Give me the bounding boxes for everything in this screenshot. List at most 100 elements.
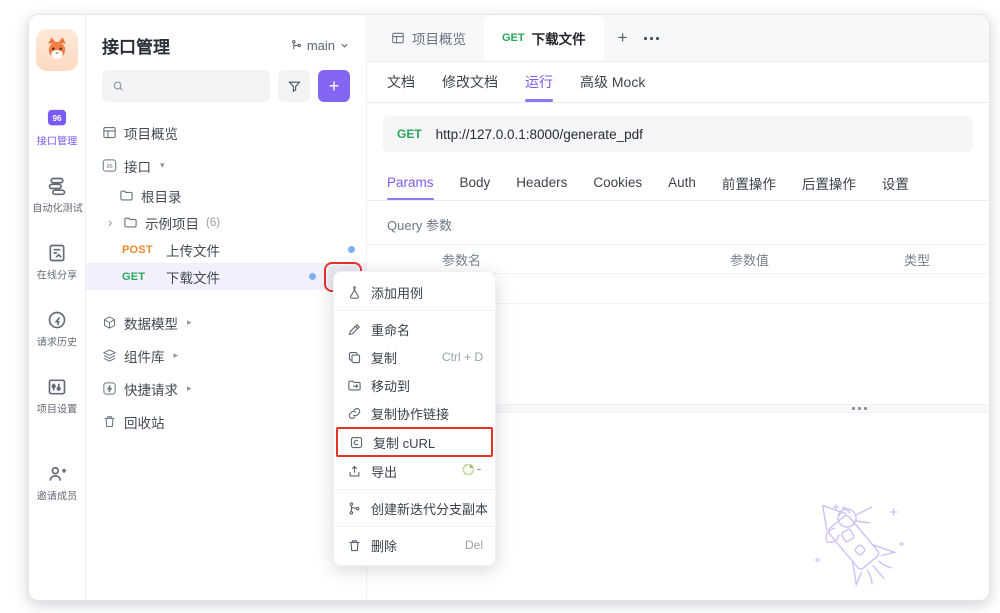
menu-item-add-case[interactable]: 添加用例 [334,278,495,306]
add-button[interactable]: + [318,70,350,102]
overview-grid-icon [102,125,117,140]
unsaved-dot [348,246,355,253]
tree-item-project-overview[interactable]: 项目概览 [86,116,366,149]
branch-selector[interactable]: main [290,38,350,53]
tab-pre-actions[interactable]: 前置操作 [722,165,776,200]
tree-item-example-folder[interactable]: › 示例项目 (6) [86,209,366,236]
tab-run[interactable]: 运行 [525,62,553,102]
menu-label: 移动到 [371,376,483,395]
svg-text:96: 96 [106,164,112,170]
menu-item-copy-curl[interactable]: 复制 cURL [336,427,493,457]
url-method-badge: GET [397,127,422,141]
unsaved-dot [309,273,316,280]
sidebar-item-project-settings[interactable]: 项目设置 [35,377,79,417]
tab-project-overview[interactable]: 项目概览 [373,15,484,61]
request-tab-bar: Params Body Headers Cookies Auth 前置操作 后置… [367,165,989,201]
tree-item-data-model[interactable]: 数据模型 ▸ [86,306,366,339]
tree-item-upload-file[interactable]: POST 上传文件 [86,236,366,263]
copy-link-icon [347,406,362,421]
tab-params[interactable]: Params [387,165,434,200]
rail-label: 项目设置 [37,402,77,417]
tab-headers[interactable]: Headers [516,165,567,200]
branch-icon [290,39,303,52]
tab-bar: 项目概览 GET 下载文件 + [367,15,989,62]
tree-item-quick-request[interactable]: 快捷请求 ▸ [86,372,366,405]
folder-icon [119,188,134,203]
menu-divider [334,310,495,311]
tab-more-button[interactable] [644,37,659,40]
tab-edit-doc[interactable]: 修改文档 [442,62,498,102]
menu-item-rename[interactable]: 重命名 [334,315,495,343]
menu-label: 重命名 [371,320,483,339]
params-table-header: 参数名 参数值 类型 [367,244,989,274]
tree-item-api-section[interactable]: 96 接口 ▾ [86,149,366,182]
tree-label: 接口 [124,156,151,176]
col-param-value: 参数值 [730,250,904,269]
filter-button[interactable] [278,70,310,102]
rail-label: 邀请成员 [37,489,77,504]
branch-name: main [307,38,335,53]
svg-text:96: 96 [52,114,62,123]
tree-item-download-file[interactable]: GET 下载文件 [86,263,366,290]
doc-tab-bar: 文档 修改文档 运行 高级 Mock [367,62,989,103]
duplicate-icon [347,350,362,365]
layers-icon [102,348,117,363]
menu-item-export[interactable]: 导出 [334,457,495,485]
search-icon [112,79,124,93]
add-case-icon [347,285,362,300]
tab-doc[interactable]: 文档 [387,62,415,102]
context-menu: 添加用例 重命名 复制 Ctrl + D 移动到 复制协作链接 复制 cURL … [333,271,496,566]
tree-item-recycle-bin[interactable]: 回收站 [86,405,366,438]
tab-post-actions[interactable]: 后置操作 [802,165,856,200]
rail-label: 请求历史 [37,335,77,350]
menu-shortcut: Del [465,538,483,552]
sidebar-item-api-manage[interactable]: 96 接口管理 [35,109,79,149]
menu-item-move-to[interactable]: 移动到 [334,371,495,399]
invite-member-icon [46,464,68,484]
menu-item-new-iteration-branch-copy[interactable]: 创建新迭代分支副本 [334,494,495,522]
request-history-icon [46,310,68,330]
menu-shortcut: Ctrl + D [442,350,483,364]
invite-member-button[interactable]: 邀请成员 [35,464,79,504]
menu-item-duplicate[interactable]: 复制 Ctrl + D [334,343,495,371]
chevron-right-icon: › [108,215,116,230]
search-input[interactable] [130,79,260,94]
move-to-icon [347,378,362,393]
plugin-badge-icon [461,462,483,480]
new-tab-button[interactable]: + [618,28,628,48]
tree-label: 项目概览 [124,123,178,143]
menu-label: 添加用例 [371,283,483,302]
rail-label: 接口管理 [37,134,77,149]
method-badge-post: POST [122,244,159,256]
folder-count: (6) [206,217,220,229]
tree-item-root-folder[interactable]: 根目录 [86,182,366,209]
delete-icon [347,538,362,553]
menu-item-delete[interactable]: 删除 Del [334,531,495,559]
tab-body[interactable]: Body [460,165,491,200]
app-logo-fox[interactable] [36,29,78,71]
splitter-handle-icon [852,407,867,410]
overview-grid-icon [391,31,405,45]
caret-icon: ▸ [174,350,179,361]
tab-auth[interactable]: Auth [668,165,696,200]
tree-label: 组件库 [124,346,165,366]
tab-download-file[interactable]: GET 下载文件 [484,15,604,61]
tab-label: 下载文件 [532,28,586,48]
tree-label: 示例项目 [145,213,199,233]
menu-label: 复制 cURL [373,433,481,452]
menu-label: 删除 [371,536,456,555]
tab-advanced-mock[interactable]: 高级 Mock [580,62,645,102]
tab-cookies[interactable]: Cookies [593,165,642,200]
tree-item-component-lib[interactable]: 组件库 ▸ [86,339,366,372]
sidebar-item-automation-test[interactable]: 自动化测试 [30,176,85,216]
export-icon [347,464,362,479]
menu-item-copy-collab-link[interactable]: 复制协作链接 [334,399,495,427]
panel-title: 接口管理 [102,33,170,58]
url-bar[interactable]: GET http://127.0.0.1:8000/generate_pdf [383,116,973,152]
chevron-down-icon [339,40,350,51]
tab-settings[interactable]: 设置 [882,165,909,200]
tab-label: 项目概览 [412,28,466,48]
rail-label: 在线分享 [37,268,77,283]
sidebar-item-online-share[interactable]: 在线分享 [35,243,79,283]
sidebar-item-request-history[interactable]: 请求历史 [35,310,79,350]
